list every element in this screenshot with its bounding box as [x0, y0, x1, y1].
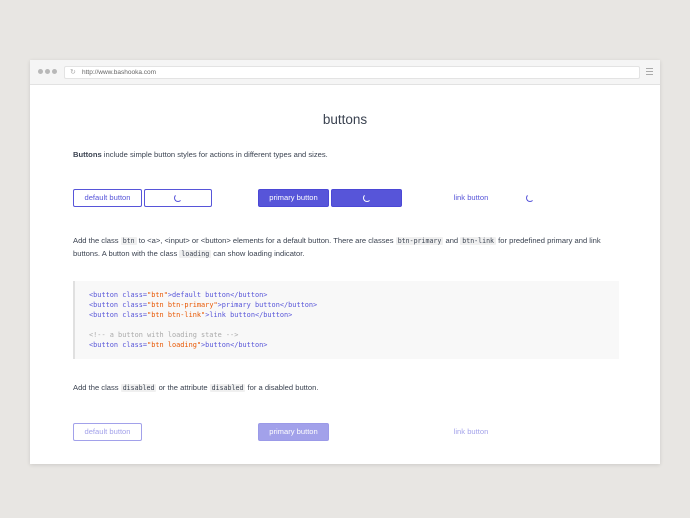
disabled-link-button: link button — [442, 423, 500, 441]
loading-spinner-icon — [174, 194, 182, 202]
code-disabled-class: disabled — [120, 384, 157, 392]
link-button[interactable]: link button — [442, 189, 500, 207]
intro-paragraph: Buttons include simple button styles for… — [73, 149, 619, 162]
disabled-primary-button: primary button — [258, 423, 329, 441]
code-line: <button class="btn">default button</butt… — [89, 291, 268, 299]
disabled-primary-label: primary button — [269, 427, 318, 436]
link-button-label: link button — [453, 193, 489, 202]
desc-text: can show loading indicator. — [211, 248, 305, 258]
address-bar[interactable]: ↻ http://www.bashooka.com — [64, 66, 640, 79]
primary-button[interactable]: primary button — [258, 189, 329, 207]
code-loading: loading — [179, 249, 212, 258]
desc-text: for a disabled button. — [245, 383, 319, 392]
loading-spinner-icon — [362, 194, 371, 202]
window-dot-minimize[interactable] — [45, 69, 50, 74]
code-comment: <!-- a button with loading state --> — [89, 331, 239, 339]
code-disabled-attr: disabled — [209, 384, 246, 392]
code-line: <button class="btn loading">button</butt… — [89, 341, 268, 349]
code-btn-link: btn-link — [460, 237, 497, 245]
code-example-block: <button class="btn">default button</butt… — [73, 281, 619, 359]
code-btn: btn — [120, 237, 137, 245]
desc-text: Add the class — [73, 383, 121, 392]
address-text: http://www.bashooka.com — [82, 69, 157, 76]
window-dot-maximize[interactable] — [52, 69, 57, 74]
primary-button-label: primary button — [269, 193, 318, 202]
desc-text: Add the class — [73, 236, 121, 245]
default-loading-button[interactable] — [144, 189, 212, 207]
window-dot-close[interactable] — [38, 69, 43, 74]
disabled-default-label: default button — [84, 427, 131, 436]
disabled-default-button: default button — [73, 423, 142, 441]
primary-loading-button[interactable] — [331, 189, 402, 207]
code-line: <button class="btn btn-primary">primary … — [89, 301, 318, 309]
disabled-link-label: link button — [453, 427, 489, 436]
default-button-label: default button — [84, 193, 131, 202]
disabled-description: Add the class disabled or the attribute … — [73, 382, 619, 395]
page-content: buttons Buttons include simple button st… — [30, 85, 660, 464]
code-line: <button class="btn btn-link">link button… — [89, 311, 293, 319]
link-loading-button[interactable] — [517, 189, 543, 207]
loading-spinner-icon — [526, 194, 534, 202]
button-class-description: Add the class btn to <a>, <input> or <bu… — [73, 235, 619, 260]
reload-icon[interactable]: ↻ — [70, 67, 76, 78]
browser-window: ↻ http://www.bashooka.com buttons Button… — [30, 60, 660, 464]
page-title: buttons — [322, 112, 368, 127]
desc-text: and — [443, 236, 461, 245]
browser-toolbar: ↻ http://www.bashooka.com — [30, 60, 660, 85]
default-button[interactable]: default button — [73, 189, 142, 207]
intro-bold: Buttons — [73, 150, 102, 159]
code-btn-primary: btn-primary — [395, 237, 444, 245]
desc-text: to <a>, <input> or <button> elements for… — [136, 236, 396, 245]
desc-text: or the attribute — [156, 383, 210, 392]
intro-text: include simple button styles for actions… — [101, 150, 328, 159]
hamburger-menu-icon[interactable] — [646, 68, 653, 77]
